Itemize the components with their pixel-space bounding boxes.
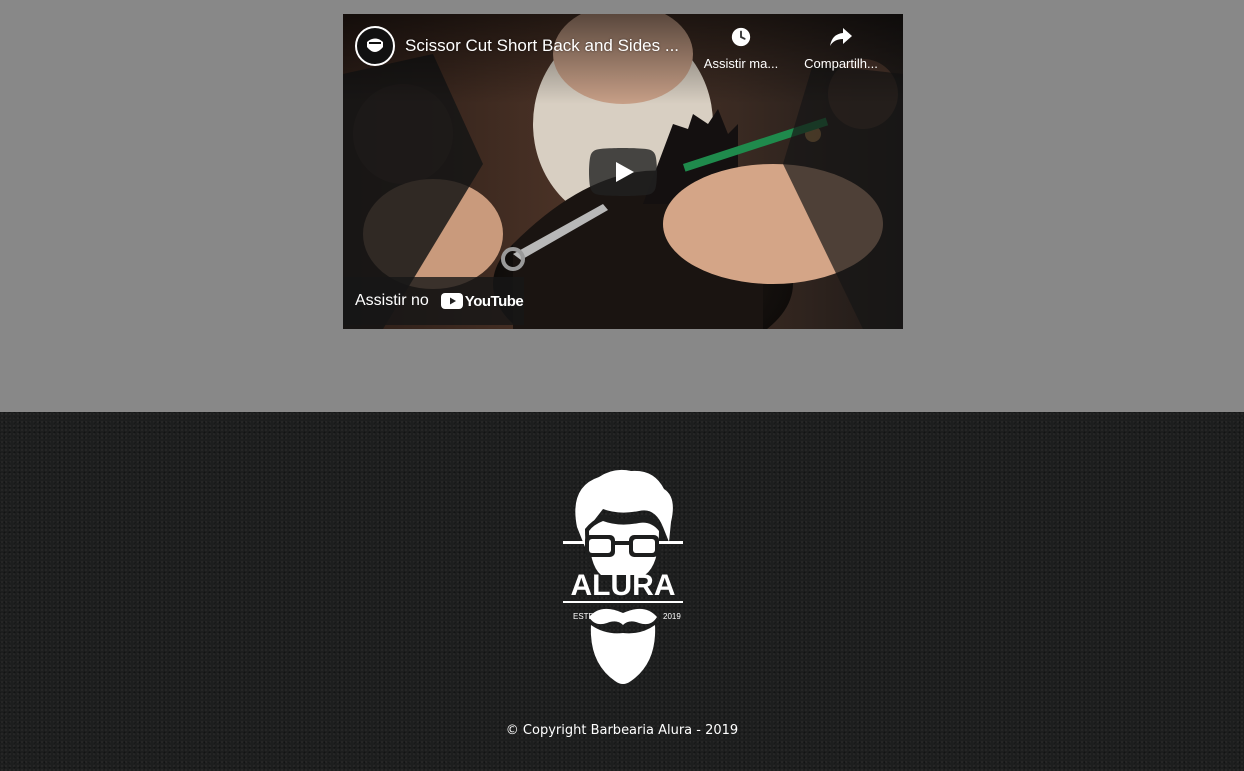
- watch-on-youtube-button[interactable]: Assistir no YouTube: [343, 277, 524, 325]
- site-footer: ALURA ESTD 2019 © Copyright Barbearia Al…: [0, 412, 1244, 771]
- copyright-text: © Copyright Barbearia Alura - 2019: [505, 723, 739, 738]
- share-label: Compartilh...: [804, 56, 878, 71]
- watch-later-button[interactable]: Assistir ma...: [699, 26, 783, 71]
- logo-estd-text: ESTD: [573, 612, 595, 621]
- logo-year-text: 2019: [663, 612, 681, 621]
- beard-logo-icon: [367, 38, 383, 52]
- bearded-man-logo: ALURA ESTD 2019: [563, 469, 683, 684]
- watch-later-label: Assistir ma...: [703, 56, 779, 71]
- clock-icon: [699, 26, 783, 52]
- video-section: Scissor Cut Short Back and Sides ... Ass…: [0, 0, 1244, 412]
- logo-brand-text: ALURA: [571, 569, 676, 602]
- youtube-logo: YouTube: [440, 292, 524, 310]
- share-arrow-icon: [799, 26, 883, 52]
- youtube-logo-icon: [440, 293, 463, 309]
- youtube-brand: YouTube: [464, 292, 524, 310]
- youtube-embed[interactable]: Scissor Cut Short Back and Sides ... Ass…: [343, 14, 903, 329]
- video-title[interactable]: Scissor Cut Short Back and Sides ...: [405, 36, 695, 56]
- watch-on-label: Assistir no: [355, 292, 429, 309]
- channel-avatar[interactable]: [355, 26, 395, 66]
- share-button[interactable]: Compartilh...: [799, 26, 883, 71]
- page: Scissor Cut Short Back and Sides ... Ass…: [0, 0, 1244, 771]
- play-icon[interactable]: [589, 148, 657, 196]
